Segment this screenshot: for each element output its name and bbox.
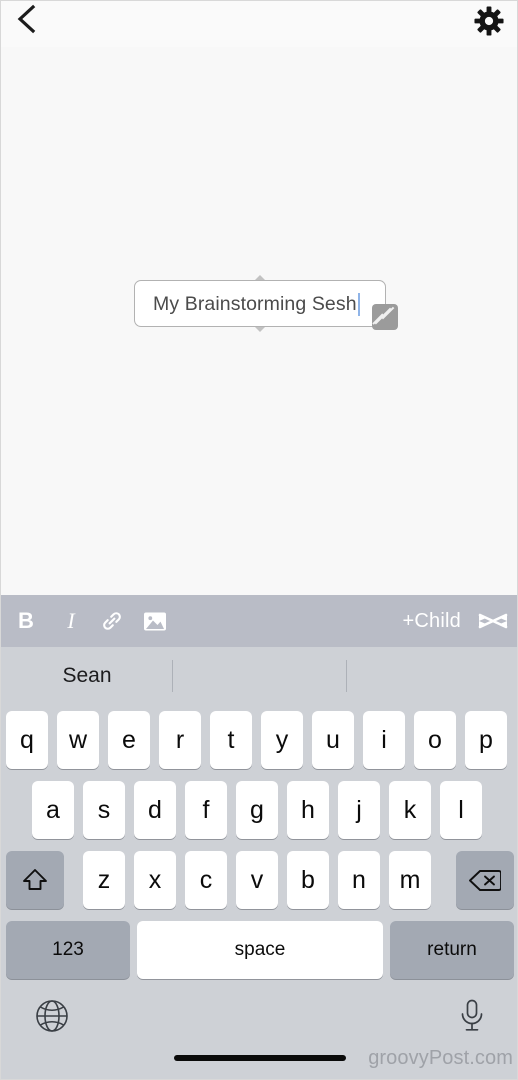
prediction-item[interactable]: Sean (1, 647, 173, 705)
virtual-keyboard: Sean q w e r t y u i o p a s d f g h j k… (1, 647, 517, 1079)
numeric-key[interactable]: 123 (6, 921, 130, 979)
add-child-button[interactable]: +Child (403, 595, 475, 647)
settings-button[interactable] (471, 3, 507, 39)
key-o[interactable]: o (414, 711, 456, 769)
insert-image-button[interactable] (133, 595, 177, 647)
key-e[interactable]: e (108, 711, 150, 769)
backspace-key[interactable] (456, 851, 514, 909)
microphone-icon (461, 999, 483, 1031)
keyboard-row-4: 123 space return (1, 915, 517, 985)
return-key[interactable]: return (390, 921, 514, 979)
back-button[interactable] (10, 2, 44, 36)
italic-button[interactable]: I (51, 595, 91, 647)
keyboard-bottom-row: groovyPost.com (1, 985, 517, 1073)
key-n[interactable]: n (338, 851, 380, 909)
key-a[interactable]: a (32, 781, 74, 839)
key-q[interactable]: q (6, 711, 48, 769)
prediction-item[interactable] (346, 647, 517, 705)
text-cursor (357, 293, 360, 316)
key-p[interactable]: p (465, 711, 507, 769)
phone-screen: My Brainstorming Sesh B I +Child Sean q … (0, 0, 518, 1080)
link-icon (103, 612, 121, 630)
key-j[interactable]: j (338, 781, 380, 839)
globe-key[interactable] (33, 997, 71, 1035)
keyboard-row-2: a s d f g h j k l (1, 775, 517, 845)
top-bar (1, 1, 517, 47)
image-icon (144, 612, 166, 630)
key-z[interactable]: z (83, 851, 125, 909)
shift-key[interactable] (6, 851, 64, 909)
backspace-icon (469, 869, 501, 891)
node-text: My Brainstorming Sesh (153, 293, 357, 315)
key-y[interactable]: y (261, 711, 303, 769)
bold-button[interactable]: B (1, 595, 51, 647)
key-x[interactable]: x (134, 851, 176, 909)
key-c[interactable]: c (185, 851, 227, 909)
key-u[interactable]: u (312, 711, 354, 769)
prediction-bar: Sean (1, 647, 517, 705)
watermark: groovyPost.com (368, 1047, 513, 1069)
node-text-row: My Brainstorming Sesh (153, 281, 360, 328)
link-button[interactable] (91, 595, 133, 647)
key-f[interactable]: f (185, 781, 227, 839)
gear-icon (474, 6, 504, 36)
globe-icon (36, 1000, 68, 1032)
key-w[interactable]: w (57, 711, 99, 769)
shift-icon (23, 869, 47, 890)
key-t[interactable]: t (210, 711, 252, 769)
key-r[interactable]: r (159, 711, 201, 769)
triangle-down-icon (255, 327, 265, 332)
keyboard-row-3: z x c v b n m (1, 845, 517, 915)
resize-handle-icon[interactable] (372, 304, 398, 330)
node-text-field[interactable]: My Brainstorming Sesh (134, 280, 386, 327)
format-toolbar: B I +Child (1, 595, 517, 647)
key-k[interactable]: k (389, 781, 431, 839)
home-indicator[interactable] (174, 1055, 346, 1061)
keyboard-row-1: q w e r t y u i o p (1, 705, 517, 775)
key-v[interactable]: v (236, 851, 278, 909)
key-m[interactable]: m (389, 851, 431, 909)
prediction-item[interactable] (173, 647, 346, 705)
chevron-left-icon (17, 4, 36, 34)
key-i[interactable]: i (363, 711, 405, 769)
space-key[interactable]: space (137, 921, 383, 979)
cut-button[interactable] (475, 595, 517, 647)
key-d[interactable]: d (134, 781, 176, 839)
key-g[interactable]: g (236, 781, 278, 839)
handle-line (374, 307, 392, 325)
scissors-icon (478, 613, 508, 629)
key-b[interactable]: b (287, 851, 329, 909)
key-s[interactable]: s (83, 781, 125, 839)
key-l[interactable]: l (440, 781, 482, 839)
dictation-key[interactable] (455, 997, 489, 1035)
key-h[interactable]: h (287, 781, 329, 839)
mindmap-node[interactable]: My Brainstorming Sesh (134, 275, 398, 332)
